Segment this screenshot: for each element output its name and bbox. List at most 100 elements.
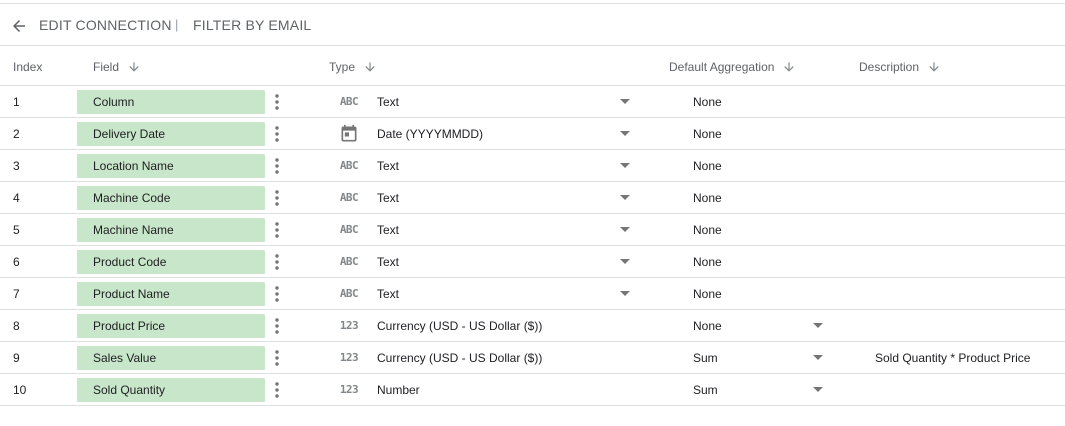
field-chip[interactable]: Product Code <box>77 250 265 274</box>
aggregation-value-cell: None <box>693 150 828 181</box>
type-dropdown[interactable]: Date (YYYYMMDD) <box>377 118 635 149</box>
sort-field-button[interactable] <box>127 60 141 74</box>
row-index: 4 <box>13 190 20 205</box>
field-chip[interactable]: Column <box>77 90 265 114</box>
field-menu-button[interactable] <box>270 187 284 209</box>
edit-connection-link[interactable]: EDIT CONNECTION <box>39 17 172 33</box>
sort-aggregation-button[interactable] <box>782 60 796 74</box>
type-value: Currency (USD - US Dollar ($)) <box>377 318 543 333</box>
caret-down-icon <box>620 131 630 136</box>
table-row: 7 Product Name ABC Text None <box>0 278 1065 310</box>
description-field[interactable] <box>875 182 1060 213</box>
aggregation-dropdown[interactable]: Sum <box>693 342 828 373</box>
column-header-description-label: Description <box>859 60 920 74</box>
sort-description-button[interactable] <box>927 60 941 74</box>
description-value: Sold Quantity * Product Price <box>875 350 1031 365</box>
field-chip[interactable]: Machine Name <box>77 218 265 242</box>
description-field[interactable] <box>875 214 1060 245</box>
field-chip[interactable]: Delivery Date <box>77 122 265 146</box>
type-icon: ABC <box>337 246 361 277</box>
type-dropdown[interactable]: Text <box>377 278 635 309</box>
field-menu-button[interactable] <box>270 155 284 177</box>
description-field[interactable] <box>875 374 1060 405</box>
aggregation-value: Sum <box>693 350 718 365</box>
table-row: 4 Machine Code ABC Text None <box>0 182 1065 214</box>
caret-down-icon <box>813 355 823 360</box>
type-value: Number <box>377 382 420 397</box>
caret-down-icon <box>620 227 630 232</box>
field-chip[interactable]: Machine Code <box>77 186 265 210</box>
more-vert-icon <box>275 190 279 206</box>
field-chip[interactable]: Product Price <box>77 314 265 338</box>
row-index: 3 <box>13 158 20 173</box>
arrow-down-icon <box>365 62 375 72</box>
aggregation-value: None <box>693 158 722 173</box>
aggregation-value-cell: None <box>693 214 828 245</box>
more-vert-icon <box>275 350 279 366</box>
more-vert-icon <box>275 382 279 398</box>
aggregation-value-cell: None <box>693 278 828 309</box>
field-menu-button[interactable] <box>270 123 284 145</box>
field-menu-button[interactable] <box>270 251 284 273</box>
aggregation-value: None <box>693 286 722 301</box>
type-dropdown[interactable]: Text <box>377 86 635 117</box>
more-vert-icon <box>275 126 279 142</box>
type-dropdown[interactable]: Text <box>377 182 635 213</box>
description-field[interactable] <box>875 278 1060 309</box>
field-chip[interactable]: Product Name <box>77 282 265 306</box>
row-index: 2 <box>13 126 20 141</box>
field-chip[interactable]: Location Name <box>77 154 265 178</box>
aggregation-value-cell: None <box>693 86 828 117</box>
type-dropdown[interactable]: Text <box>377 150 635 181</box>
field-menu-button[interactable] <box>270 347 284 369</box>
text-type-icon: ABC <box>339 223 359 236</box>
field-name: Sales Value <box>93 351 157 365</box>
more-vert-icon <box>275 286 279 302</box>
type-value: Currency (USD - US Dollar ($)) <box>377 350 543 365</box>
description-field[interactable]: Sold Quantity * Product Price <box>875 342 1060 373</box>
description-field[interactable] <box>875 118 1060 149</box>
field-chip[interactable]: Sold Quantity <box>77 378 265 402</box>
sort-type-button[interactable] <box>363 60 377 74</box>
type-icon: 123 <box>337 342 361 373</box>
type-value: Date (YYYYMMDD) <box>377 126 484 141</box>
field-menu-button[interactable] <box>270 219 284 241</box>
fields-table-body: 1 Column ABC Text None 2 Delivery Date D… <box>0 86 1065 406</box>
column-header-type-label: Type <box>329 60 356 74</box>
row-index: 5 <box>13 222 20 237</box>
aggregation-value: Sum <box>693 382 718 397</box>
column-header-description: Description <box>859 60 941 74</box>
field-menu-button[interactable] <box>270 315 284 337</box>
field-menu-button[interactable] <box>270 91 284 113</box>
description-field[interactable] <box>875 246 1060 277</box>
caret-down-icon <box>620 99 630 104</box>
column-header-default-aggregation: Default Aggregation <box>669 60 796 74</box>
field-menu-button[interactable] <box>270 283 284 305</box>
description-field[interactable] <box>875 310 1060 341</box>
type-icon: ABC <box>337 214 361 245</box>
column-header-type: Type <box>329 60 377 74</box>
description-field[interactable] <box>875 86 1060 117</box>
field-name: Column <box>93 95 135 109</box>
column-header-index-label: Index <box>13 60 43 74</box>
filter-by-email-link[interactable]: FILTER BY EMAIL <box>193 17 311 33</box>
column-header-field: Field <box>93 60 141 74</box>
field-name: Delivery Date <box>93 127 166 141</box>
back-button[interactable] <box>8 15 30 37</box>
field-chip[interactable]: Sales Value <box>77 346 265 370</box>
description-field[interactable] <box>875 150 1060 181</box>
type-dropdown[interactable]: Text <box>377 246 635 277</box>
table-row: 10 Sold Quantity 123 Number Sum <box>0 374 1065 406</box>
type-dropdown[interactable]: Text <box>377 214 635 245</box>
type-icon: ABC <box>337 278 361 309</box>
more-vert-icon <box>275 222 279 238</box>
aggregation-dropdown[interactable]: Sum <box>693 374 828 405</box>
more-vert-icon <box>275 158 279 174</box>
aggregation-dropdown[interactable]: None <box>693 310 828 341</box>
field-menu-button[interactable] <box>270 379 284 401</box>
row-index: 8 <box>13 318 20 333</box>
numeric-type-icon: 123 <box>339 351 359 364</box>
table-row: 8 Product Price 123 Currency (USD - US D… <box>0 310 1065 342</box>
aggregation-value-cell: None <box>693 246 828 277</box>
table-row: 2 Delivery Date Date (YYYYMMDD) None <box>0 118 1065 150</box>
